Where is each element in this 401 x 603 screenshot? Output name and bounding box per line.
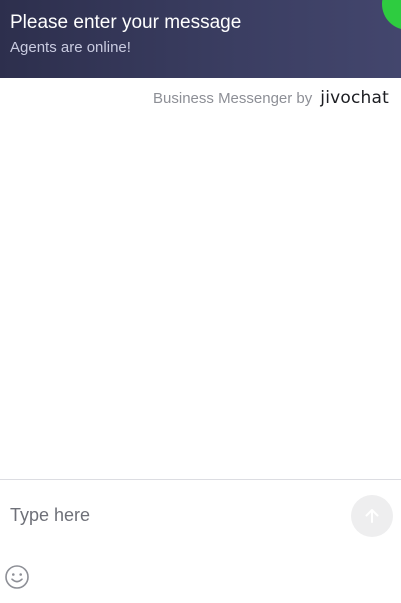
composer-divider — [0, 479, 401, 480]
logo-text: jivochat — [320, 88, 389, 108]
header-subtitle: Agents are online! — [10, 39, 131, 56]
branding-text: Business Messenger by — [153, 89, 313, 107]
emoji-button[interactable] — [4, 564, 30, 590]
messages-area — [0, 112, 401, 478]
online-status-indicator — [382, 0, 401, 30]
branding[interactable]: Business Messenger by jivochat — [153, 87, 389, 109]
header-title: Please enter your message — [10, 12, 242, 33]
jivochat-logo[interactable]: jivochat — [320, 88, 389, 108]
chat-header: Please enter your message Agents are onl… — [0, 0, 401, 78]
send-button[interactable] — [351, 495, 393, 537]
arrow-up-icon — [365, 509, 379, 523]
smiley-face-icon — [5, 565, 29, 589]
message-input[interactable] — [10, 500, 340, 530]
